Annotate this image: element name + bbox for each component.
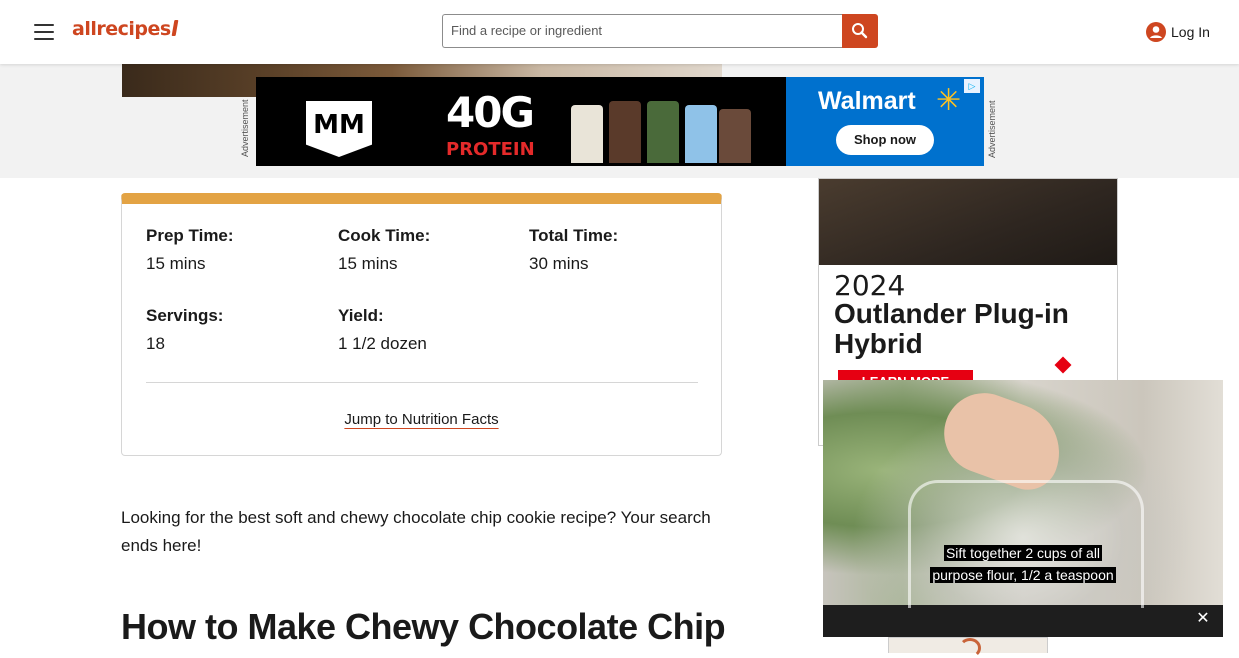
recipe-details-card: Prep Time: 15 mins Cook Time: 15 mins To…	[121, 193, 722, 456]
mm-logo: MM	[306, 101, 372, 157]
ad-headline: 40G	[446, 88, 535, 137]
shop-now-button[interactable]: Shop now	[836, 125, 934, 155]
search-input[interactable]	[442, 14, 842, 48]
total-time-value: 30 mins	[529, 254, 589, 273]
side-ad-title-line2: Hybrid	[834, 328, 923, 359]
section-heading: How to Make Chewy Chocolate Chip	[121, 606, 726, 647]
close-icon[interactable]: ✕	[1195, 611, 1211, 627]
caption-line-2: purpose flour, 1/2 a teaspoon	[930, 567, 1116, 583]
login-label: Log In	[1171, 24, 1210, 40]
side-ad-photo	[819, 179, 1117, 265]
prep-time-label: Prep Time:	[146, 226, 234, 245]
advertisement-tag-right: Advertisement	[987, 100, 997, 158]
yield-value: 1 1/2 dozen	[338, 334, 427, 353]
jump-to-nutrition-link[interactable]: Jump to Nutrition Facts	[122, 411, 721, 428]
user-icon	[1146, 22, 1166, 42]
servings-value: 18	[146, 334, 165, 353]
adchoices-icon[interactable]: ▷	[964, 79, 980, 93]
below-video-ad[interactable]	[888, 637, 1048, 658]
cook-time-value: 15 mins	[338, 254, 398, 273]
site-header: allrecipes Log In	[0, 0, 1239, 64]
product-bottles-image	[571, 99, 751, 163]
logo-text: allrecipes	[72, 18, 171, 40]
total-time-label: Total Time:	[529, 226, 619, 245]
prep-time-value: 15 mins	[146, 254, 206, 273]
logo-mark	[171, 20, 179, 36]
video-frame[interactable]: Sift together 2 cups of all purpose flou…	[823, 380, 1223, 608]
ad-subheadline: PROTEIN	[446, 139, 535, 160]
brand-diamond-icon	[1054, 356, 1072, 374]
intro-paragraph: Looking for the best soft and chewy choc…	[121, 508, 711, 555]
cook-time-label: Cook Time:	[338, 226, 431, 245]
banner-ad[interactable]: MM 40G PROTEIN Walmart ✳ Shop now ▷	[256, 77, 984, 166]
search-icon	[852, 23, 868, 39]
walmart-panel: Walmart ✳ Shop now ▷	[786, 77, 984, 166]
search-button[interactable]	[842, 14, 878, 48]
spark-icon: ✳	[936, 84, 962, 117]
login-button[interactable]: Log In	[1145, 22, 1210, 42]
servings-label: Servings:	[146, 306, 224, 325]
video-player[interactable]: Sift together 2 cups of all purpose flou…	[823, 380, 1223, 637]
site-logo[interactable]: allrecipes	[72, 18, 179, 40]
yield-label: Yield:	[338, 306, 384, 325]
swirl-logo-icon	[959, 638, 981, 658]
advertisement-tag-left: Advertisement	[240, 99, 250, 157]
side-ad-title-line1: Outlander Plug-in	[834, 298, 1069, 329]
caption-line-1: Sift together 2 cups of all	[943, 545, 1103, 561]
menu-icon[interactable]	[34, 24, 54, 40]
video-caption: Sift together 2 cups of all purpose flou…	[823, 542, 1223, 586]
divider	[146, 382, 698, 383]
walmart-logo: Walmart	[818, 87, 916, 115]
side-ad-title: Outlander Plug-in Hybrid	[834, 299, 1069, 359]
